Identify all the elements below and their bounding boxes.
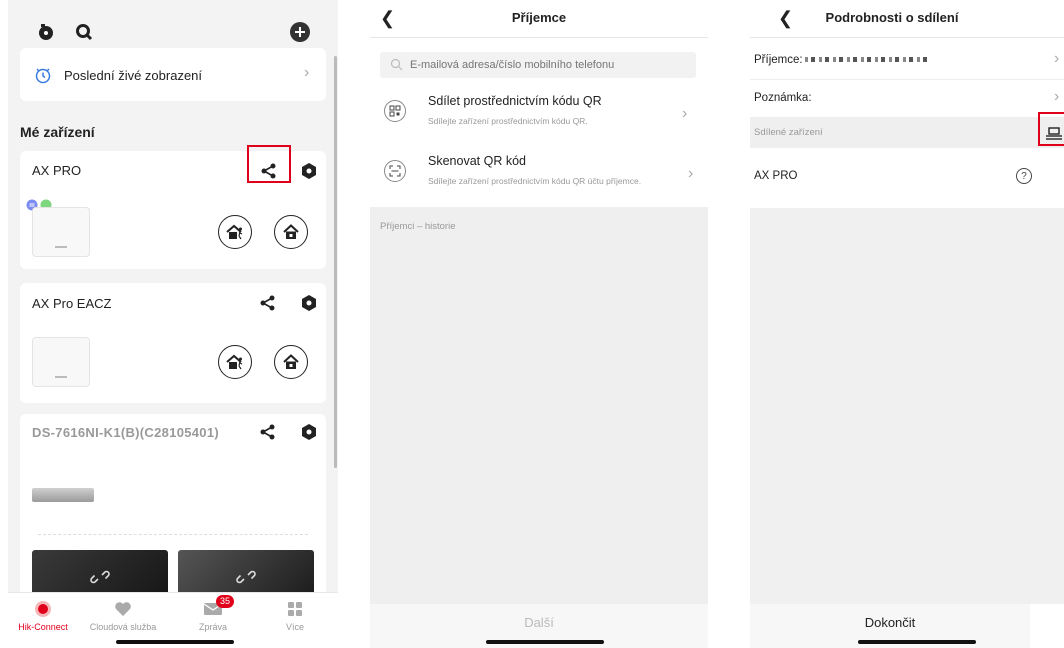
- away-arm-button[interactable]: [218, 215, 252, 249]
- bottom-tab-bar: Hik-Connect Cloudová služba 35 Zpráva Ví…: [8, 592, 338, 648]
- search-icon[interactable]: [74, 22, 94, 42]
- search-box[interactable]: [380, 52, 696, 78]
- page-title: Příjemce: [511, 10, 567, 25]
- alarm-icon[interactable]: [36, 22, 56, 42]
- my-devices-title: Mé zařízení: [20, 124, 95, 140]
- scan-icon: [384, 160, 406, 182]
- cloud-heart-icon: [82, 599, 164, 619]
- shared-devices-header: Sdílené zařízení: [750, 112, 1064, 148]
- note-row[interactable]: Poznámka: ›: [750, 80, 1064, 118]
- device-name: DS-7616NI-K1(B)(C28105401): [32, 425, 219, 440]
- home-indicator: [858, 640, 976, 644]
- settings-icon[interactable]: [300, 423, 318, 441]
- recipient-row[interactable]: Příjemce: ›: [750, 42, 1064, 80]
- tab-label: Cloudová služba: [89, 622, 157, 632]
- tab-label: Více: [285, 622, 304, 632]
- help-icon[interactable]: ?: [1016, 168, 1032, 184]
- device-name: AX Pro EACZ: [32, 296, 112, 311]
- device-card-ax-pro[interactable]: AX PRO: [20, 145, 326, 269]
- add-device-icon[interactable]: [290, 22, 310, 42]
- chevron-right-icon: ›: [1054, 88, 1060, 105]
- stay-arm-icon: [283, 354, 299, 370]
- top-bar: [8, 0, 338, 48]
- unread-badge: 35: [216, 595, 235, 608]
- settings-icon[interactable]: [300, 162, 318, 180]
- mail-icon: 35: [172, 595, 254, 619]
- recipient-history-area: Příjemci – historie: [370, 207, 708, 604]
- search-input[interactable]: [410, 52, 690, 78]
- share-highlight-box: [247, 145, 291, 183]
- recipient-screen: ❮ Příjemce Sdílet prostřednictvím kódu Q…: [370, 0, 708, 648]
- share-icon[interactable]: [256, 293, 280, 313]
- option-subtitle: Sdílejte zařízení prostřednictvím kódu Q…: [428, 176, 642, 186]
- home-indicator: [486, 640, 604, 644]
- search-icon: [390, 58, 403, 71]
- grid-icon: [254, 599, 336, 619]
- device-thumbnail: [32, 337, 90, 387]
- tab-label: Hik-Connect: [18, 622, 68, 632]
- home-indicator: [116, 640, 234, 644]
- stay-arm-icon: [283, 224, 299, 240]
- device-thumbnail: [32, 207, 90, 257]
- away-arm-button[interactable]: [218, 345, 252, 379]
- chevron-right-icon: ›: [304, 64, 310, 81]
- stay-arm-button[interactable]: [274, 215, 308, 249]
- tab-label: Zpráva: [198, 622, 227, 632]
- device-name: AX PRO: [754, 170, 798, 182]
- settings-icon[interactable]: [300, 294, 318, 312]
- qr-code-icon: [384, 100, 406, 122]
- recipient-label-text: Příjemce:: [754, 54, 803, 66]
- divider: [38, 534, 308, 535]
- device-name: AX PRO: [32, 163, 82, 178]
- nvr-thumbnail: [32, 488, 94, 502]
- tab-messages[interactable]: 35 Zpráva: [172, 595, 254, 632]
- note-label: Poznámka:: [754, 92, 812, 104]
- nav-bar: ❮ Podrobnosti o sdílení: [750, 0, 1064, 38]
- away-arm-icon: [226, 354, 244, 370]
- share-details-screen: ❮ Podrobnosti o sdílení Příjemce: › Pozn…: [750, 0, 1064, 648]
- recipient-value-blurred: [804, 57, 927, 63]
- option-subtitle: Sdílejte zařízení prostřednictvím kódu Q…: [428, 116, 588, 126]
- tab-more[interactable]: Více: [254, 599, 336, 632]
- chevron-right-icon: ›: [1054, 50, 1060, 67]
- nav-bar: ❮ Příjemce: [370, 0, 708, 38]
- device-list-screen: Poslední živé zobrazení › Mé zařízení AX…: [8, 0, 338, 648]
- tab-hik-connect[interactable]: Hik-Connect: [8, 599, 84, 632]
- settings-highlight-box: [1038, 112, 1064, 146]
- device-card-nvr[interactable]: DS-7616NI-K1(B)(C28105401): [20, 414, 326, 604]
- share-icon[interactable]: [256, 422, 280, 442]
- unlink-icon: [236, 567, 256, 587]
- unlink-icon: [90, 567, 110, 587]
- recipient-label: Příjemce:: [754, 54, 927, 66]
- option-title: Skenovat QR kód: [428, 154, 526, 168]
- device-card-ax-pro-eacz[interactable]: AX Pro EACZ: [20, 283, 326, 403]
- away-arm-icon: [226, 224, 244, 240]
- share-via-qr-option[interactable]: Sdílet prostřednictvím kódu QR Sdílejte …: [370, 88, 708, 138]
- shared-device-row[interactable]: AX PRO ?: [750, 160, 1064, 194]
- page-title: Podrobnosti o sdílení: [825, 10, 959, 25]
- clock-icon: [34, 66, 52, 84]
- hik-connect-icon: [8, 599, 84, 619]
- shared-devices-label: Sdílené zařízení: [754, 127, 823, 138]
- last-live-view-label: Poslední živé zobrazení: [64, 68, 203, 83]
- option-title: Sdílet prostřednictvím kódu QR: [428, 94, 602, 108]
- chevron-right-icon: ›: [688, 165, 694, 182]
- history-label: Příjemci – historie: [380, 221, 456, 232]
- empty-area: [750, 208, 1064, 604]
- stay-arm-button[interactable]: [274, 345, 308, 379]
- scrollbar[interactable]: [334, 56, 337, 468]
- tab-cloud-service[interactable]: Cloudová služba: [82, 599, 164, 632]
- last-live-view-row[interactable]: Poslední živé zobrazení ›: [20, 48, 326, 101]
- chevron-right-icon: ›: [682, 105, 688, 122]
- scan-qr-option[interactable]: Skenovat QR kód Sdílejte zařízení prostř…: [370, 148, 708, 198]
